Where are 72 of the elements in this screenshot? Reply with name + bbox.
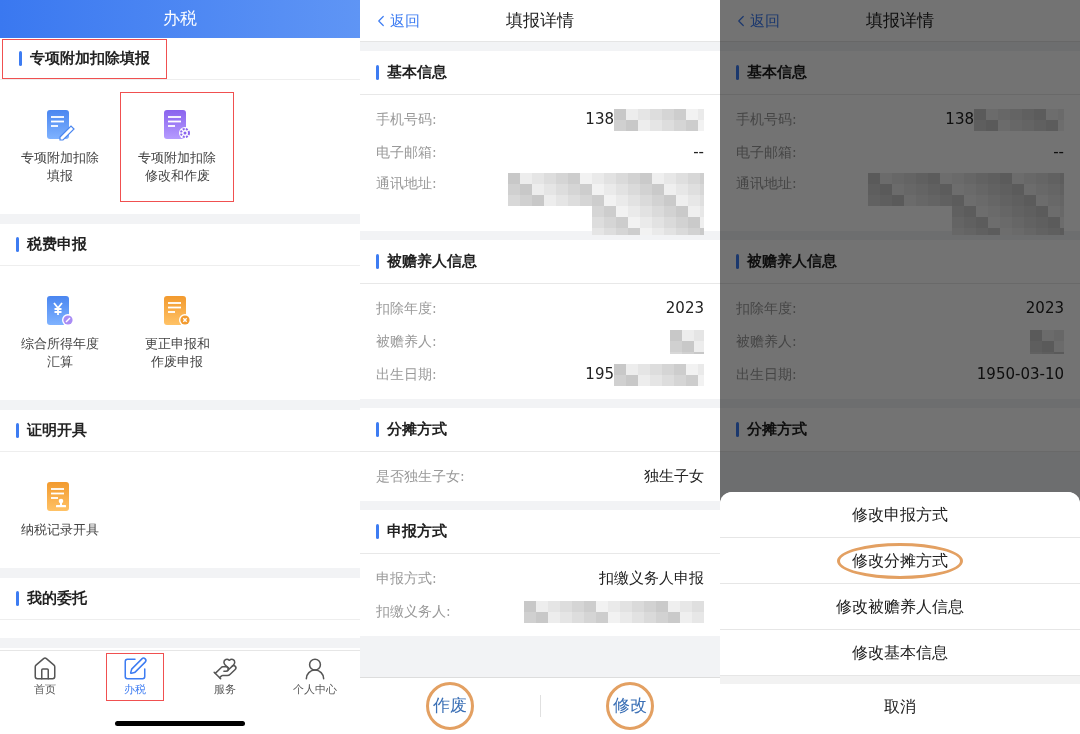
field-value: 138	[585, 109, 614, 131]
field-label: 是否独生子女:	[376, 467, 465, 486]
service-item[interactable]: 纳税记录开具	[3, 464, 117, 556]
field-label: 电子邮箱:	[376, 143, 437, 162]
section-marker	[736, 65, 739, 80]
section-marker	[376, 65, 379, 80]
action-button[interactable]: 作废	[425, 682, 474, 730]
field-value: 1950-03-10	[976, 364, 1064, 386]
tab[interactable]: 服务	[196, 652, 254, 702]
document-gear-icon	[162, 109, 192, 141]
back-button[interactable]: 返回	[372, 10, 420, 33]
section-marker	[16, 591, 19, 606]
yen-document-icon	[45, 295, 75, 327]
field-label: 手机号码:	[376, 110, 437, 129]
section-marker	[16, 237, 19, 252]
service-label: 专项附加扣除 填报	[21, 149, 99, 185]
tab[interactable]: 个人中心	[286, 652, 344, 702]
service-item[interactable]: 专项附加扣除 填报	[3, 92, 117, 202]
field-value: 138	[945, 109, 974, 131]
section-heading: 基本信息	[387, 62, 447, 84]
field-value: 195	[585, 364, 614, 386]
section-heading: 专项附加扣除填报	[30, 48, 150, 70]
tab[interactable]: 首页	[16, 652, 74, 702]
section-heading: 证明开具	[27, 420, 87, 442]
section-heading: 分摊方式	[747, 419, 807, 441]
service-label: 纳税记录开具	[21, 521, 99, 539]
section-marker	[736, 422, 739, 437]
page-title: 办税	[163, 7, 197, 31]
field-value: --	[1053, 142, 1064, 164]
cancel-button[interactable]: 取消	[884, 695, 916, 719]
section-marker	[376, 254, 379, 269]
section-heading: 分摊方式	[387, 419, 447, 441]
section-heading: 被赡养人信息	[747, 251, 837, 273]
sheet-option[interactable]: 修改分摊方式	[837, 542, 963, 579]
redacted-block	[1030, 329, 1064, 354]
section-heading: 我的委托	[27, 588, 87, 610]
home-icon	[32, 655, 58, 682]
note-pen-icon	[122, 655, 148, 682]
field-value: 扣缴义务人申报	[599, 568, 704, 590]
field-label: 申报方式:	[376, 569, 437, 588]
section-heading: 申报方式	[387, 521, 447, 543]
heart-hands-icon	[212, 655, 238, 682]
field-value: --	[693, 142, 704, 164]
section-heading: 被赡养人信息	[387, 251, 477, 273]
section-marker	[376, 422, 379, 437]
field-label: 通讯地址:	[376, 174, 437, 193]
field-label: 被赡养人:	[376, 332, 437, 351]
section-marker	[19, 51, 22, 66]
service-label: 更正申报和 作废申报	[144, 335, 210, 371]
field-label: 出生日期:	[376, 365, 437, 384]
field-label: 扣除年度:	[376, 299, 437, 318]
field-value: 2023	[665, 298, 704, 320]
service-item[interactable]: 更正申报和 作废申报	[120, 278, 234, 388]
service-item[interactable]: 综合所得年度 汇算	[3, 278, 117, 388]
field-value: 独生子女	[644, 466, 704, 488]
field-label: 扣缴义务人:	[376, 602, 451, 621]
section-marker	[736, 254, 739, 269]
page-title: 填报详情	[866, 8, 934, 32]
document-cross-icon	[162, 295, 192, 327]
section-heading: 基本信息	[747, 62, 807, 84]
section-marker	[376, 524, 379, 539]
redacted-block	[670, 329, 704, 354]
page-title: 填报详情	[506, 8, 574, 32]
action-button[interactable]: 修改	[606, 682, 655, 730]
field-value: 2023	[1025, 298, 1064, 320]
service-label: 综合所得年度 汇算	[21, 335, 99, 371]
document-pen-icon	[45, 109, 75, 141]
section-heading: 税费申报	[27, 234, 87, 256]
tab[interactable]: 办税	[106, 652, 164, 702]
service-item[interactable]: 专项附加扣除 修改和作废	[120, 92, 234, 202]
service-label: 专项附加扣除 修改和作废	[138, 149, 216, 185]
section-marker	[16, 423, 19, 438]
